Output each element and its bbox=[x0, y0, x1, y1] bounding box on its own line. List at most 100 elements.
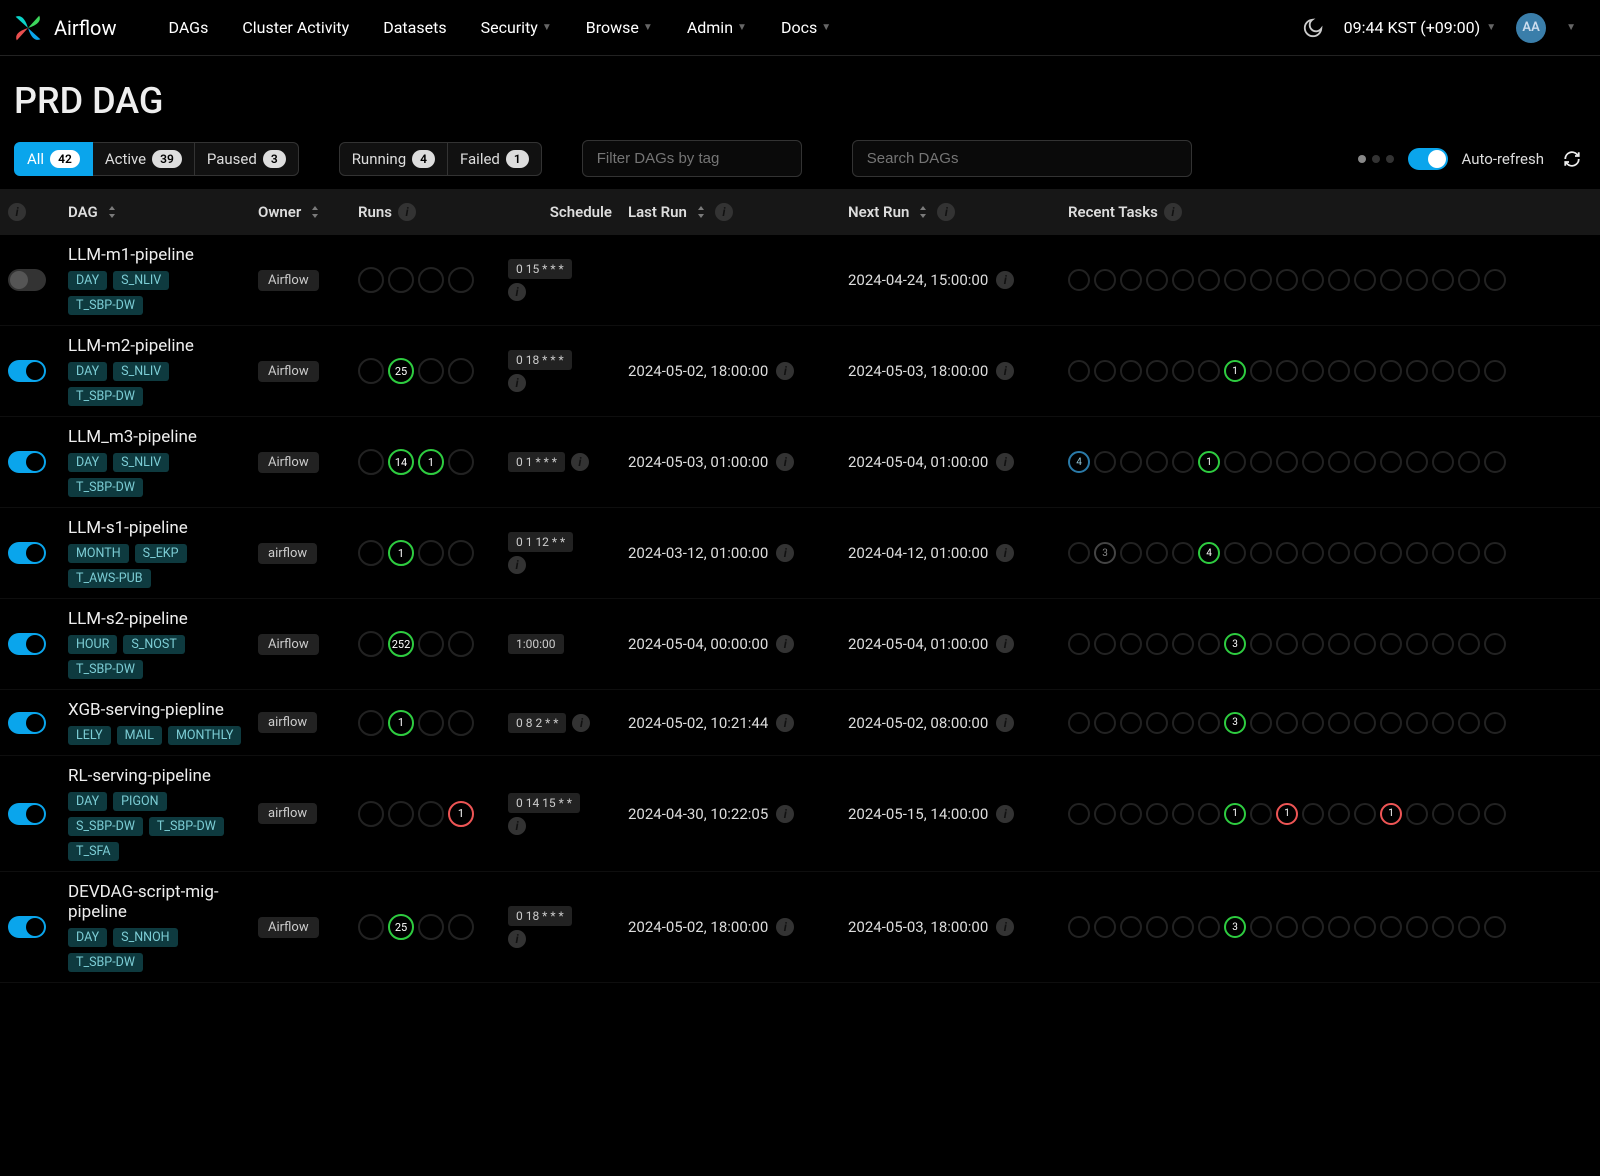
status-circle[interactable] bbox=[1458, 916, 1480, 938]
status-circle[interactable] bbox=[1354, 360, 1376, 382]
status-circle[interactable] bbox=[1302, 269, 1324, 291]
status-circle[interactable] bbox=[1172, 803, 1194, 825]
status-circle[interactable] bbox=[358, 631, 384, 657]
col-dag[interactable]: DAG bbox=[60, 189, 250, 235]
status-circle[interactable] bbox=[418, 540, 444, 566]
status-circle[interactable] bbox=[1354, 269, 1376, 291]
dag-name-link[interactable]: LLM_m3-pipeline bbox=[68, 427, 242, 447]
status-circle[interactable] bbox=[1406, 916, 1428, 938]
schedule-expression[interactable]: 0 1 12 * * bbox=[508, 532, 573, 552]
status-circle[interactable] bbox=[1354, 542, 1376, 564]
dag-name-link[interactable]: LLM-m1-pipeline bbox=[68, 245, 242, 265]
dag-tag[interactable]: DAY bbox=[68, 362, 107, 381]
status-circle[interactable] bbox=[1198, 633, 1220, 655]
status-circle[interactable] bbox=[1146, 360, 1168, 382]
status-circle[interactable]: 1 bbox=[388, 540, 414, 566]
status-circle[interactable]: 1 bbox=[388, 710, 414, 736]
status-circle[interactable] bbox=[1120, 916, 1142, 938]
dag-enable-toggle[interactable] bbox=[8, 712, 46, 734]
clock[interactable]: 09:44 KST (+09:00) ▼ bbox=[1344, 18, 1496, 37]
owner-chip[interactable]: Airflow bbox=[258, 452, 319, 473]
nav-cluster-activity[interactable]: Cluster Activity bbox=[230, 10, 361, 45]
dag-tag[interactable]: S_NNOH bbox=[113, 928, 177, 947]
status-circle[interactable] bbox=[1068, 360, 1090, 382]
status-circle[interactable]: 4 bbox=[1198, 542, 1220, 564]
status-circle[interactable] bbox=[1172, 451, 1194, 473]
dag-enable-toggle[interactable] bbox=[8, 803, 46, 825]
status-circle[interactable] bbox=[1354, 803, 1376, 825]
status-circle[interactable] bbox=[1276, 269, 1298, 291]
dag-tag[interactable]: MONTH bbox=[68, 544, 129, 563]
status-circle[interactable] bbox=[1120, 451, 1142, 473]
dag-enable-toggle[interactable] bbox=[8, 916, 46, 938]
info-icon[interactable]: i bbox=[8, 203, 26, 221]
owner-chip[interactable]: airflow bbox=[258, 712, 317, 733]
info-icon[interactable]: i bbox=[996, 544, 1014, 562]
info-icon[interactable]: i bbox=[508, 374, 526, 392]
status-circle[interactable] bbox=[1432, 803, 1454, 825]
status-circle[interactable] bbox=[1484, 712, 1506, 734]
status-circle[interactable]: 1 bbox=[1276, 803, 1298, 825]
status-circle[interactable] bbox=[1146, 633, 1168, 655]
search-dags-input[interactable] bbox=[852, 140, 1192, 177]
status-circle[interactable]: 1 bbox=[1224, 803, 1246, 825]
status-circle[interactable] bbox=[448, 358, 474, 384]
status-circle[interactable] bbox=[1094, 360, 1116, 382]
tag-filter-input[interactable] bbox=[582, 140, 802, 177]
dag-tag[interactable]: DAY bbox=[68, 792, 107, 811]
dag-tag[interactable]: T_SBP-DW bbox=[68, 387, 143, 406]
status-circle[interactable] bbox=[1432, 360, 1454, 382]
status-circle[interactable]: 14 bbox=[388, 449, 414, 475]
status-circle[interactable] bbox=[418, 801, 444, 827]
status-circle[interactable]: 1 bbox=[418, 449, 444, 475]
status-circle[interactable] bbox=[1302, 542, 1324, 564]
status-circle[interactable] bbox=[1406, 712, 1428, 734]
status-circle[interactable] bbox=[1380, 451, 1402, 473]
status-circle[interactable]: 3 bbox=[1224, 916, 1246, 938]
status-circle[interactable] bbox=[1224, 451, 1246, 473]
status-circle[interactable]: 1 bbox=[448, 801, 474, 827]
status-circle[interactable] bbox=[1432, 916, 1454, 938]
filter-failed[interactable]: Failed 1 bbox=[448, 142, 542, 176]
schedule-expression[interactable]: 0 18 * * * bbox=[508, 350, 572, 370]
status-circle[interactable] bbox=[448, 267, 474, 293]
status-circle[interactable] bbox=[358, 267, 384, 293]
filter-all[interactable]: All 42 bbox=[14, 142, 93, 176]
info-icon[interactable]: i bbox=[508, 930, 526, 948]
status-circle[interactable] bbox=[1484, 916, 1506, 938]
dag-tag[interactable]: S_NLIV bbox=[113, 453, 169, 472]
status-circle[interactable] bbox=[1198, 803, 1220, 825]
dag-tag[interactable]: S_SBP-DW bbox=[68, 817, 143, 836]
filter-active[interactable]: Active 39 bbox=[93, 142, 195, 176]
status-circle[interactable] bbox=[448, 540, 474, 566]
dag-tag[interactable]: T_AWS-PUB bbox=[68, 569, 151, 588]
status-circle[interactable] bbox=[358, 914, 384, 940]
info-icon[interactable]: i bbox=[996, 453, 1014, 471]
info-icon[interactable]: i bbox=[1164, 203, 1182, 221]
filter-paused[interactable]: Paused 3 bbox=[195, 142, 299, 176]
status-circle[interactable] bbox=[1328, 451, 1350, 473]
dark-mode-icon[interactable] bbox=[1302, 17, 1324, 39]
info-icon[interactable]: i bbox=[508, 283, 526, 301]
status-circle[interactable] bbox=[1068, 712, 1090, 734]
dag-name-link[interactable]: DEVDAG-script-mig-pipeline bbox=[68, 882, 242, 922]
status-circle[interactable] bbox=[1172, 360, 1194, 382]
info-icon[interactable]: i bbox=[508, 817, 526, 835]
status-circle[interactable] bbox=[1484, 451, 1506, 473]
info-icon[interactable]: i bbox=[996, 271, 1014, 289]
dag-enable-toggle[interactable] bbox=[8, 542, 46, 564]
info-icon[interactable]: i bbox=[996, 635, 1014, 653]
status-circle[interactable] bbox=[1276, 916, 1298, 938]
status-circle[interactable] bbox=[1068, 269, 1090, 291]
status-circle[interactable] bbox=[1120, 542, 1142, 564]
status-circle[interactable] bbox=[1406, 803, 1428, 825]
status-circle[interactable] bbox=[358, 358, 384, 384]
schedule-expression[interactable]: 1:00:00 bbox=[508, 634, 564, 654]
dag-name-link[interactable]: LLM-s2-pipeline bbox=[68, 609, 242, 629]
dag-tag[interactable]: HOUR bbox=[68, 635, 117, 654]
info-icon[interactable]: i bbox=[996, 714, 1014, 732]
col-next-run[interactable]: Next Run i bbox=[840, 189, 1060, 235]
status-circle[interactable]: 3 bbox=[1224, 633, 1246, 655]
nav-docs[interactable]: Docs▼ bbox=[769, 10, 843, 45]
dag-tag[interactable]: S_EKP bbox=[135, 544, 187, 563]
